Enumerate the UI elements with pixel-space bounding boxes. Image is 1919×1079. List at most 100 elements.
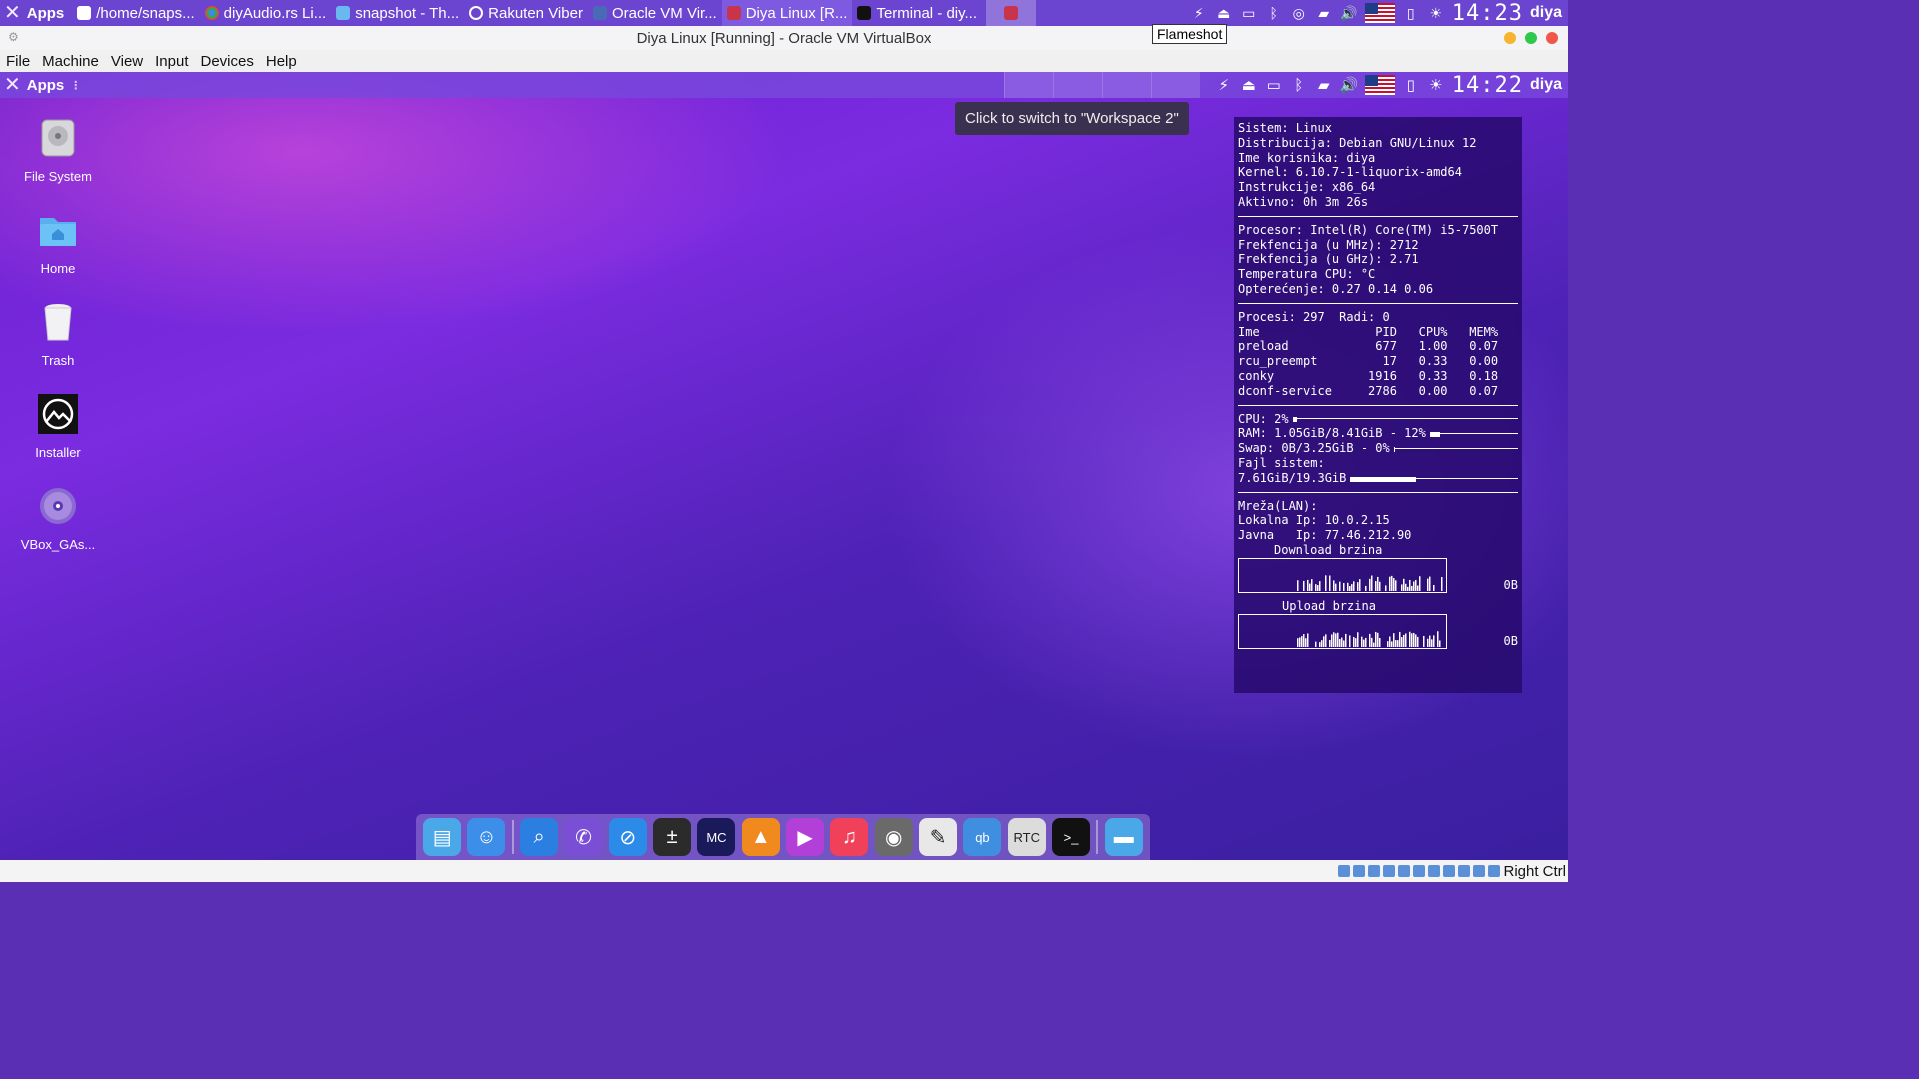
clipboard-icon[interactable]: ▯ (1402, 76, 1420, 94)
midnight-commander-icon[interactable]: MC (697, 818, 736, 856)
bluetooth-icon[interactable]: ᛒ (1265, 4, 1283, 22)
battery-icon[interactable]: ▰ (1315, 4, 1333, 22)
menu-file[interactable]: File (0, 53, 36, 70)
taskbar-item-chrome[interactable]: diyAudio.rs Li... (200, 0, 332, 26)
music-icon[interactable]: ♫ (830, 818, 869, 856)
menu-view[interactable]: View (105, 53, 149, 70)
display-icon[interactable]: ▭ (1240, 4, 1258, 22)
usb-icon[interactable] (1398, 865, 1411, 877)
finder-icon[interactable]: ☺ (467, 818, 506, 856)
download-value: 0B (1503, 577, 1518, 592)
close-button[interactable] (1546, 32, 1558, 44)
keyboard-icon[interactable] (1488, 865, 1501, 877)
maximize-button[interactable] (1525, 32, 1537, 44)
desktop-icon-installer[interactable]: Installer (8, 392, 108, 460)
vm-statusbar: Right Ctrl (0, 860, 1568, 882)
eject-icon[interactable]: ⏏ (1240, 76, 1258, 94)
window-title-bar[interactable]: ⚙ Diya Linux [Running] - Oracle VM Virtu… (0, 26, 1568, 51)
menu-help[interactable]: Help (260, 53, 303, 70)
apps-menu-button[interactable]: ✕ Apps (0, 0, 72, 26)
workspace-2[interactable] (1052, 72, 1102, 98)
search-icon[interactable]: ⌕ (520, 818, 559, 856)
task-label: /home/snaps... (96, 4, 195, 22)
hard-disk-icon[interactable] (1338, 865, 1351, 877)
video-capture-icon[interactable] (1443, 865, 1456, 877)
files-icon[interactable]: ▤ (423, 818, 462, 856)
guest-workspace-switcher[interactable] (1003, 72, 1200, 98)
desktop-icon-vbox-gas[interactable]: VBox_GAs... (8, 484, 108, 552)
audio-icon[interactable] (1368, 865, 1381, 877)
media-player-icon[interactable]: ▶ (786, 818, 825, 856)
taskbar-item-file-manager[interactable]: snapshot - Th... (331, 0, 464, 26)
menu-devices[interactable]: Devices (195, 53, 260, 70)
workspace-tooltip: Click to switch to "Workspace 2" (955, 102, 1189, 135)
volume-icon[interactable]: 🔊 (1340, 76, 1359, 94)
taskbar-item-text-editor[interactable]: /home/snaps... (72, 0, 199, 26)
task-label: Terminal - diy... (876, 4, 978, 22)
network-icon[interactable] (1383, 865, 1396, 877)
guest-user-menu[interactable]: diya (1530, 76, 1562, 94)
guest-desktop[interactable]: ✕ Apps ⋮ ⚡ ⏏ ▭ ᛒ ▰ 🔊 ▯ ☀ 14:22 diya Clic… (0, 72, 1568, 860)
workspace-1[interactable] (1003, 72, 1053, 98)
workspace-3[interactable] (1101, 72, 1151, 98)
host-key-label[interactable]: Right Ctrl (1503, 863, 1566, 880)
window-menu-icon[interactable]: ⚙ (8, 30, 19, 44)
keyboard-layout-us-flag-icon[interactable] (1364, 75, 1395, 95)
display-icon[interactable] (1428, 865, 1441, 877)
optical-drive-icon[interactable] (1353, 865, 1366, 877)
desktop-icon-file-system[interactable]: File System (8, 116, 108, 184)
cpu-icon[interactable] (1458, 865, 1471, 877)
mouse-integration-icon[interactable] (1473, 865, 1486, 877)
menu-input[interactable]: Input (149, 53, 194, 70)
volume-icon[interactable]: 🔊 (1340, 4, 1358, 22)
vlc-icon[interactable]: ▲ (741, 818, 780, 856)
swap-usage-row: Swap: 0B/3.25GiB - 0% (1238, 441, 1518, 456)
shared-folder-icon[interactable] (1413, 865, 1426, 877)
eject-icon[interactable]: ⏏ (1215, 4, 1233, 22)
fs-usage-text: 7.61GiB/19.3GiB (1238, 470, 1347, 485)
menu-machine[interactable]: Machine (36, 53, 105, 70)
weather-icon[interactable]: ☀ (1427, 76, 1445, 94)
flameshot-icon[interactable]: ⚡ (1190, 4, 1208, 22)
bluetooth-icon[interactable]: ᛒ (1290, 77, 1308, 94)
display-icon[interactable]: ▭ (1265, 76, 1283, 94)
text-editor-icon[interactable]: ✎ (919, 818, 958, 856)
flameshot-icon[interactable]: ⚡ (1215, 76, 1233, 94)
taskbar-item-viber[interactable]: Rakuten Viber (464, 0, 588, 26)
calculator-icon[interactable]: ± (653, 818, 692, 856)
user-menu[interactable]: diya (1530, 4, 1562, 22)
safari-icon[interactable]: ⊘ (608, 818, 647, 856)
taskbar-item-terminal[interactable]: Terminal - diy... (852, 0, 982, 26)
local-ip: Lokalna Ip: 10.0.2.15 (1238, 513, 1390, 528)
download-sparkline (1297, 575, 1443, 591)
clock[interactable]: 14:23 (1452, 1, 1523, 26)
guest-clock[interactable]: 14:22 (1452, 73, 1523, 98)
guest-apps-menu-button[interactable]: ✕ Apps ⋮ (0, 72, 89, 98)
ipod-icon[interactable]: ◉ (874, 818, 913, 856)
workspace-switcher[interactable] (986, 0, 1037, 26)
upload-sparkline (1297, 630, 1441, 647)
taskbar-item-vm-window[interactable]: Diya Linux [R... (721, 0, 853, 26)
conky-line: Frekfencija (u MHz): 2712 (1238, 237, 1419, 252)
workspace-4[interactable] (1150, 72, 1200, 98)
cpu-usage-text: CPU: 2% (1238, 411, 1289, 426)
conky-line: Aktivno: 0h 3m 26s (1238, 194, 1369, 209)
qbittorrent-icon[interactable]: qb (963, 818, 1002, 856)
rtc-qs-icon[interactable]: RTC (1007, 818, 1046, 856)
minimize-button[interactable] (1504, 32, 1516, 44)
desktop-icon-home[interactable]: Home (8, 208, 108, 276)
weather-icon[interactable]: ☀ (1427, 4, 1445, 22)
desktop-icon-trash[interactable]: Trash (8, 300, 108, 368)
conky-line: Temperatura CPU: °C (1238, 267, 1376, 282)
chrome-icon (204, 6, 219, 20)
home-folder-icon (40, 218, 76, 246)
viber-tray-icon[interactable]: ◎ (1290, 4, 1308, 22)
terminal-icon[interactable]: >_ (1052, 818, 1091, 856)
keyboard-layout-us-flag-icon[interactable] (1364, 3, 1395, 23)
desktop-icon-label: VBox_GAs... (20, 537, 96, 552)
folder-icon[interactable]: ▬ (1104, 818, 1143, 856)
clipboard-icon[interactable]: ▯ (1402, 4, 1420, 22)
viber-icon[interactable]: ✆ (564, 818, 603, 856)
battery-icon[interactable]: ▰ (1315, 76, 1333, 94)
taskbar-item-virtualbox[interactable]: Oracle VM Vir... (588, 0, 722, 26)
